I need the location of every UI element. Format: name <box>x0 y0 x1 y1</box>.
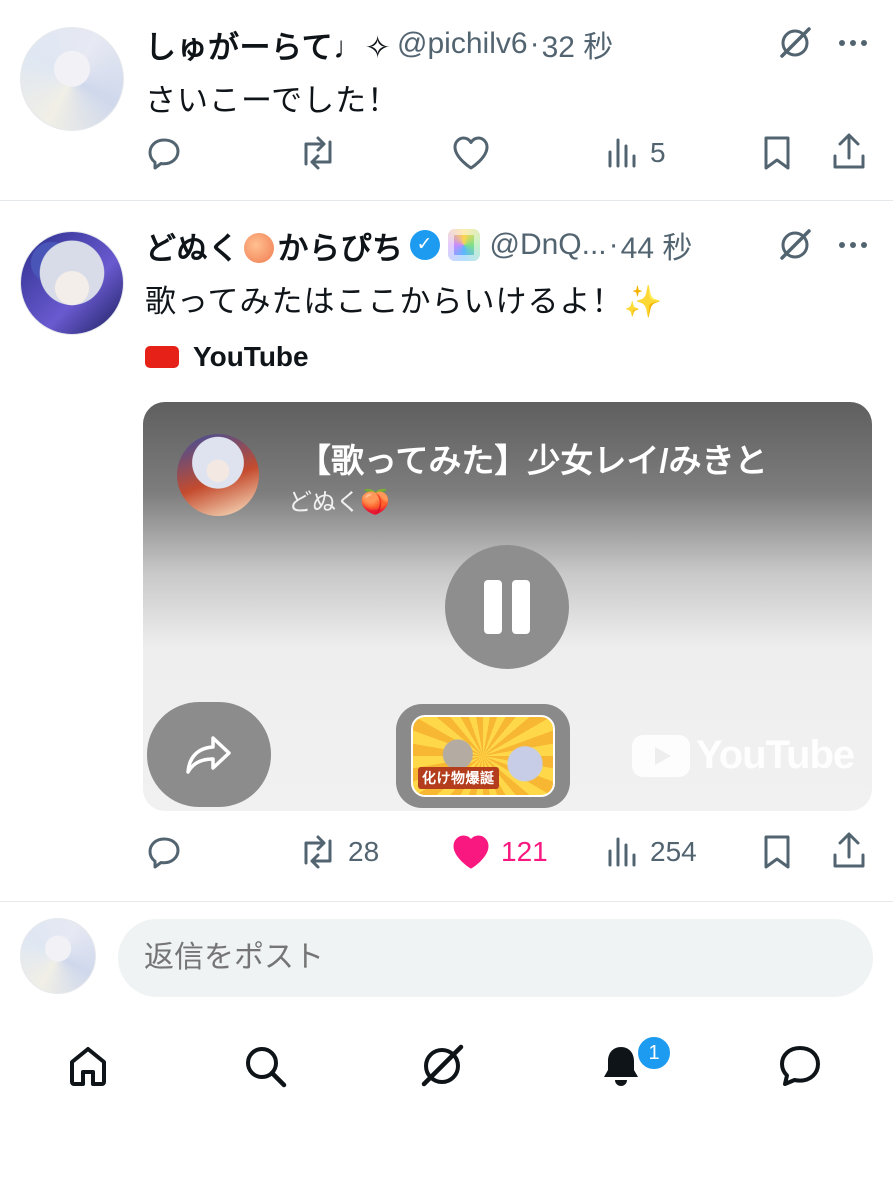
search-icon <box>246 1047 287 1088</box>
avatar[interactable] <box>20 27 124 131</box>
share-icon <box>833 832 865 868</box>
repost-icon <box>304 835 332 869</box>
channel-name[interactable]: どぬく🍑 <box>288 482 390 517</box>
reply-button[interactable] <box>145 134 183 172</box>
display-name-suffix[interactable]: からぴち <box>278 223 404 268</box>
reply-icon <box>148 837 180 869</box>
pause-button[interactable] <box>445 545 569 669</box>
bookmark-button[interactable] <box>760 833 794 871</box>
link-source[interactable]: YouTube <box>145 341 309 373</box>
youtube-icon <box>145 346 179 368</box>
tweet[interactable]: しゅがーらて♩✧ @pichilv6 · 32 秒 さいこーでした！ 5 <box>0 0 893 201</box>
bookmark-button[interactable] <box>760 134 794 172</box>
video-card[interactable]: 【歌ってみた】少女レイ/みきと どぬく🍑 化け物爆誕 YouTube <box>143 402 872 811</box>
thumbnail-caption: 化け物爆誕 <box>418 767 499 789</box>
like-button[interactable] <box>451 134 491 172</box>
video-thumbnail-frame[interactable]: 化け物爆誕 <box>396 704 570 808</box>
repost-button[interactable] <box>298 134 338 172</box>
tweet-header: しゅがーらて♩✧ @pichilv6 · 32 秒 <box>145 22 613 66</box>
views-count: 254 <box>650 836 697 867</box>
repost-count: 28 <box>348 836 380 867</box>
views-icon <box>608 837 636 867</box>
grok-icon[interactable] <box>776 24 814 62</box>
link-source-label: YouTube <box>193 341 309 372</box>
timestamp[interactable]: 32 秒 <box>542 22 614 66</box>
video-thumbnail[interactable]: 化け物爆誕 <box>411 715 555 797</box>
like-count: 121 <box>501 836 548 867</box>
grok-icon[interactable] <box>776 226 814 264</box>
youtube-logo-icon <box>632 734 690 777</box>
channel-avatar[interactable] <box>177 434 259 516</box>
like-button[interactable]: 121 <box>451 833 548 871</box>
grok-icon <box>421 1044 464 1087</box>
bookmark-icon <box>764 835 790 869</box>
repost-icon <box>304 136 332 170</box>
my-avatar[interactable] <box>20 918 96 994</box>
share-button[interactable] <box>830 132 868 172</box>
reply-button[interactable] <box>145 833 183 871</box>
messages-icon <box>780 1046 820 1086</box>
forward-button[interactable] <box>147 702 271 807</box>
share-icon <box>833 133 865 169</box>
notification-badge: 1 <box>636 1035 672 1071</box>
more-icon[interactable] <box>834 226 872 264</box>
more-icon[interactable] <box>834 24 872 62</box>
video-title[interactable]: 【歌ってみた】少女レイ/みきと <box>298 434 858 482</box>
avatar[interactable] <box>20 231 124 335</box>
display-name-prefix[interactable]: どぬく <box>145 223 240 268</box>
forward-arrow-icon <box>186 736 231 774</box>
affiliate-badge-icon[interactable] <box>447 229 480 261</box>
handle[interactable]: @pichilv6 <box>397 27 528 61</box>
tab-bar: 1 <box>0 1012 893 1200</box>
views-button[interactable]: 254 <box>606 833 697 871</box>
views-count: 5 <box>650 137 666 168</box>
tab-search[interactable] <box>235 1036 295 1096</box>
separator: · <box>529 27 540 60</box>
peach-emoji-icon <box>243 233 274 263</box>
tweet-text: さいこーでした！ <box>145 83 400 118</box>
repost-button[interactable]: 28 <box>298 833 379 871</box>
verified-badge-icon[interactable]: ✓ <box>409 230 440 260</box>
youtube-watermark-text: YouTube <box>696 733 855 777</box>
views-icon <box>608 138 636 168</box>
pause-icon-bar <box>512 580 530 634</box>
reply-icon <box>148 138 180 170</box>
separator: · <box>608 228 619 261</box>
reply-bar <box>0 902 893 1012</box>
youtube-watermark[interactable]: YouTube <box>632 733 855 778</box>
tab-messages[interactable] <box>770 1036 830 1096</box>
home-icon <box>70 1047 106 1086</box>
tweet-header: どぬく からぴち ✓ @DnQ... · 44 秒 <box>145 223 692 267</box>
pause-icon <box>484 580 502 634</box>
reply-input[interactable] <box>118 919 873 997</box>
handle[interactable]: @DnQ... <box>490 228 607 262</box>
tab-grok[interactable] <box>412 1036 472 1096</box>
heart-icon <box>453 136 489 170</box>
tab-home[interactable] <box>58 1036 118 1096</box>
views-button[interactable]: 5 <box>606 134 666 172</box>
timestamp[interactable]: 44 秒 <box>621 223 693 267</box>
bookmark-icon <box>764 136 790 170</box>
tweet[interactable]: どぬく からぴち ✓ @DnQ... · 44 秒 歌ってみたはここからいけるよ… <box>0 201 893 902</box>
display-name[interactable]: しゅがーらて♩✧ <box>145 22 391 67</box>
share-button[interactable] <box>830 831 868 871</box>
tweet-text: 歌ってみたはここからいけるよ！✨ <box>145 284 664 319</box>
heart-filled-icon <box>453 835 489 869</box>
